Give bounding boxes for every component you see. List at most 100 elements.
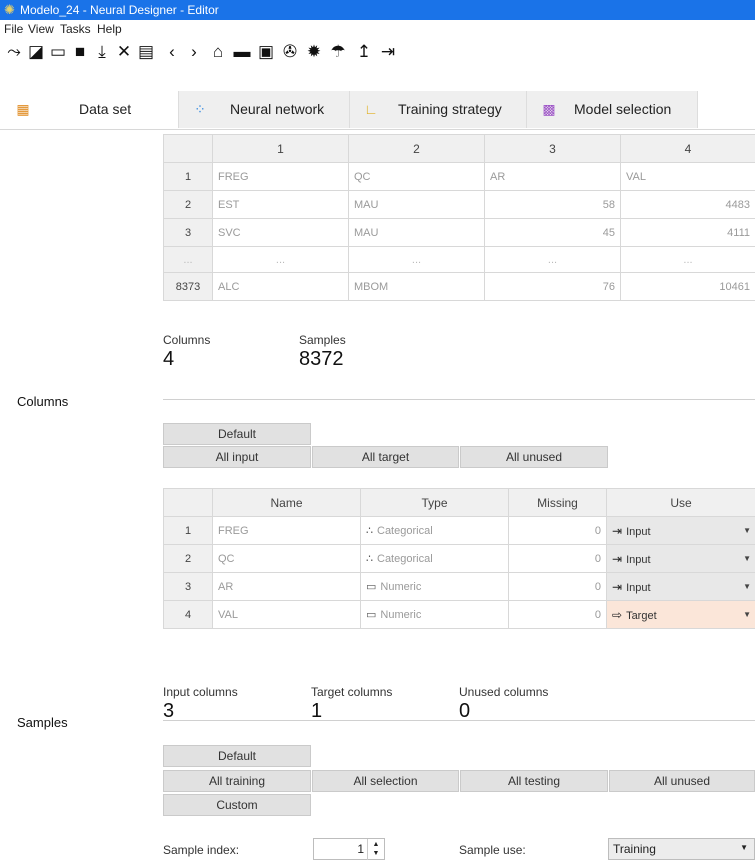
- menu-file[interactable]: File: [4, 22, 23, 36]
- column-name-cell[interactable]: QC: [212, 544, 361, 573]
- forward-icon[interactable]: ›: [182, 40, 206, 64]
- line-chart-icon[interactable]: ⤳: [2, 40, 26, 64]
- use-dropdown[interactable]: ⇥ Input ▼: [606, 572, 755, 601]
- table-cell[interactable]: 58: [484, 190, 621, 219]
- signal-icon[interactable]: ☂: [326, 40, 350, 64]
- column-name-cell[interactable]: FREG: [212, 516, 361, 545]
- row-index: ...: [163, 246, 213, 273]
- table-header-row: 1 2 3 4: [163, 134, 755, 163]
- close-icon[interactable]: ✕: [112, 40, 136, 64]
- column-header-type[interactable]: Type: [360, 488, 509, 517]
- samples-default-button[interactable]: Default: [163, 745, 311, 767]
- table-cell[interactable]: 45: [484, 218, 621, 247]
- table-cell[interactable]: AR: [484, 162, 621, 191]
- table-cell[interactable]: SVC: [212, 218, 349, 247]
- stepper-arrows-icon[interactable]: ▲ ▼: [367, 839, 384, 860]
- open-folder-icon[interactable]: ▭: [46, 40, 70, 64]
- unused-columns-stat: Unused columns 0: [459, 685, 548, 723]
- table-cell[interactable]: 4483: [620, 190, 755, 219]
- training-strategy-icon: ∟: [364, 101, 378, 117]
- column-header-name[interactable]: Name: [212, 488, 361, 517]
- use-dropdown[interactable]: ⇥ Input ▼: [606, 544, 755, 573]
- target-icon: ⇨: [612, 607, 623, 622]
- tab-data-set[interactable]: ▦ Data set: [0, 91, 179, 128]
- column-name-cell[interactable]: VAL: [212, 600, 361, 629]
- table-cell[interactable]: 10461: [620, 272, 755, 301]
- sample-index-stepper[interactable]: 1 ▲ ▼: [313, 838, 385, 860]
- tab-label: Model selection: [574, 101, 672, 117]
- column-header[interactable]: 1: [212, 134, 349, 163]
- all-input-button[interactable]: All input: [163, 446, 311, 468]
- table-cell[interactable]: 76: [484, 272, 621, 301]
- input-icon: ⇥: [612, 523, 623, 538]
- table-cell[interactable]: QC: [348, 162, 485, 191]
- tab-label: Data set: [79, 101, 132, 117]
- table-row: 3 SVC MAU 45 4111: [163, 218, 755, 247]
- table-cell[interactable]: EST: [212, 190, 349, 219]
- stat-label: Target columns: [311, 685, 393, 699]
- custom-button[interactable]: Custom: [163, 794, 311, 816]
- columns-default-button[interactable]: Default: [163, 423, 311, 445]
- menu-bar: File View Tasks Help: [0, 20, 755, 38]
- use-label: Target: [626, 609, 657, 622]
- home-icon[interactable]: ⌂: [206, 40, 230, 64]
- type-label: Categorical: [377, 525, 433, 537]
- table-row: 1 FREG QC AR VAL: [163, 162, 755, 191]
- column-header-missing[interactable]: Missing: [508, 488, 607, 517]
- column-name-cell[interactable]: AR: [212, 572, 361, 601]
- column-type-cell[interactable]: ▭ Numeric: [360, 600, 509, 629]
- comment-icon[interactable]: ▬: [230, 40, 254, 64]
- tab-training-strategy[interactable]: ∟ Training strategy: [350, 91, 527, 128]
- column-type-cell[interactable]: ▭ Numeric: [360, 572, 509, 601]
- upload-icon[interactable]: ↥: [352, 40, 376, 64]
- columns-table: Name Type Missing Use 1 FREG ∴ Categorica…: [163, 488, 755, 629]
- document-icon[interactable]: ▤: [134, 40, 158, 64]
- column-type-cell[interactable]: ∴ Categorical: [360, 544, 509, 573]
- menu-view[interactable]: View: [28, 22, 54, 36]
- table-header-row: Name Type Missing Use: [163, 488, 755, 517]
- save-icon[interactable]: ■: [68, 40, 92, 64]
- all-selection-button[interactable]: All selection: [312, 770, 459, 792]
- all-unused-columns-button[interactable]: All unused: [460, 446, 608, 468]
- table-cell[interactable]: 4111: [620, 218, 755, 247]
- menu-help[interactable]: Help: [97, 22, 122, 36]
- export-icon[interactable]: ⇥: [376, 40, 400, 64]
- table-cell[interactable]: MBOM: [348, 272, 485, 301]
- row-index: 2: [163, 190, 213, 219]
- menu-tasks[interactable]: Tasks: [60, 22, 91, 36]
- corner-cell: [163, 134, 213, 163]
- tab-neural-network[interactable]: ⁘ Neural network: [179, 91, 350, 128]
- play-icon[interactable]: ▣: [254, 40, 278, 64]
- row-index: 1: [163, 516, 213, 545]
- chevron-down-icon: ▼: [740, 843, 748, 852]
- table-row: 8373 ALC MBOM 76 10461: [163, 272, 755, 301]
- use-dropdown[interactable]: ⇥ Input ▼: [606, 516, 755, 545]
- input-icon: ⇥: [612, 551, 623, 566]
- chevron-down-icon: ▼: [743, 582, 751, 591]
- settings-icon[interactable]: ✹: [302, 40, 326, 64]
- all-training-button[interactable]: All training: [163, 770, 311, 792]
- back-icon[interactable]: ‹: [160, 40, 184, 64]
- column-header[interactable]: 2: [348, 134, 485, 163]
- column-type-cell[interactable]: ∴ Categorical: [360, 516, 509, 545]
- table-cell[interactable]: MAU: [348, 218, 485, 247]
- table-cell[interactable]: MAU: [348, 190, 485, 219]
- samples-section-title: Samples: [17, 715, 68, 730]
- all-testing-button[interactable]: All testing: [460, 770, 608, 792]
- edit-icon[interactable]: ◪: [24, 40, 48, 64]
- column-header-use[interactable]: Use: [606, 488, 755, 517]
- column-header[interactable]: 3: [484, 134, 621, 163]
- table-cell[interactable]: FREG: [212, 162, 349, 191]
- column-header[interactable]: 4: [620, 134, 755, 163]
- chevron-down-icon: ▼: [743, 526, 751, 535]
- sample-use-dropdown[interactable]: Training ▼: [608, 838, 755, 860]
- network-icon[interactable]: ✇: [278, 40, 302, 64]
- table-cell[interactable]: ALC: [212, 272, 349, 301]
- table-cell[interactable]: VAL: [620, 162, 755, 191]
- all-unused-samples-button[interactable]: All unused: [609, 770, 755, 792]
- use-dropdown[interactable]: ⇨ Target ▼: [606, 600, 755, 629]
- download-icon[interactable]: ⤓: [90, 40, 114, 64]
- all-target-button[interactable]: All target: [312, 446, 459, 468]
- stat-label: Unused columns: [459, 685, 549, 699]
- tab-model-selection[interactable]: ▩ Model selection: [527, 91, 698, 128]
